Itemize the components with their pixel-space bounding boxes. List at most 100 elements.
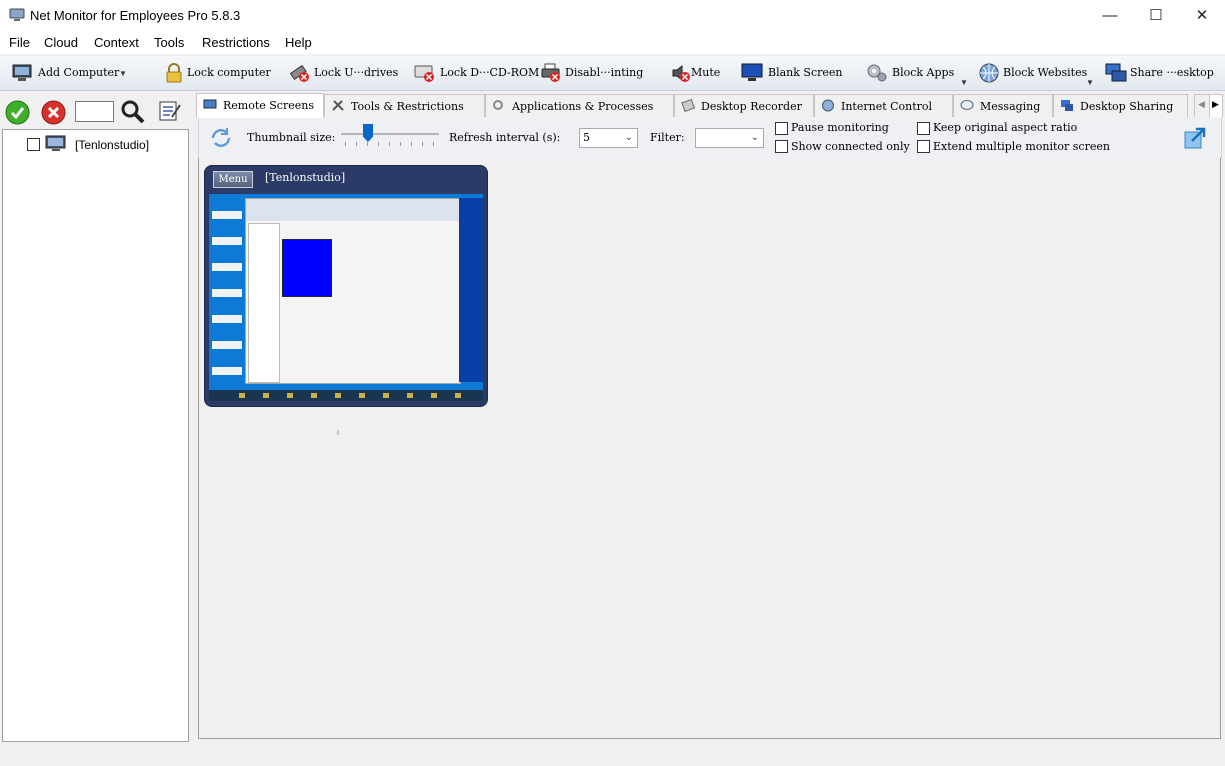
refresh-icon[interactable] (209, 126, 233, 150)
thumbnail-computer-name: [Tenlonstudio] (265, 171, 346, 184)
tree-item-tenlonstudio[interactable]: [Tenlonstudio] (25, 135, 205, 157)
share-desktop-button[interactable]: Share ···esktop (1105, 63, 1217, 83)
computer-icon (45, 135, 66, 151)
extend-monitor-label: Extend multiple monitor screen (933, 140, 1110, 153)
tab-applications-processes[interactable]: Applications & Processes (485, 94, 674, 117)
slider-tick (433, 142, 434, 146)
lock-computer-button[interactable]: Lock computer (163, 63, 271, 83)
tools-icon (332, 100, 344, 111)
chevron-down-icon: ⌄ (624, 132, 633, 143)
show-connected-checkbox[interactable] (775, 140, 788, 153)
add-computer-icon (12, 64, 32, 81)
search-input[interactable] (75, 101, 114, 122)
remote-screens-icon (203, 99, 217, 109)
menu-tools[interactable]: Tools (154, 35, 184, 50)
slider-thumb[interactable] (363, 124, 373, 142)
chevron-right-icon: ▶ (1212, 99, 1219, 109)
tree-item-label: [Tenlonstudio] (75, 138, 150, 152)
lock-icon (166, 63, 182, 83)
screen-thumbnail-card[interactable]: Menu [Tenlonstudio] (204, 165, 488, 407)
window-title: Net Monitor for Employees Pro 5.8.3 (30, 8, 241, 23)
slider-tick (356, 142, 357, 146)
block-apps-dropdown-icon[interactable]: ▼ (960, 78, 968, 87)
show-connected-label: Show connected only (791, 140, 910, 153)
close-button[interactable]: ✕ (1179, 0, 1225, 31)
printer-disable-icon (541, 63, 560, 82)
add-computer-button[interactable]: Add Computer (12, 63, 122, 83)
maximize-button[interactable]: ☐ (1133, 0, 1179, 31)
title-bar: Net Monitor for Employees Pro 5.8.3 — ☐ … (0, 0, 1225, 31)
slider-tick (411, 142, 412, 146)
tree-item-checkbox[interactable] (27, 138, 40, 151)
usb-lock-icon (289, 64, 309, 82)
computer-tree: [Tenlonstudio] (2, 129, 189, 742)
slider-tick (389, 142, 390, 146)
minimize-button[interactable]: — (1087, 0, 1133, 31)
menu-bar: File Cloud Context Tools Restrictions He… (0, 31, 1225, 54)
monitor-icon (741, 63, 763, 81)
tab-messaging[interactable]: Messaging (953, 94, 1053, 117)
globe-icon (822, 99, 834, 112)
thumbnail-menu-button[interactable]: Menu (213, 171, 253, 188)
remote-app-window (245, 198, 461, 384)
share-desktop-icon (1061, 100, 1073, 111)
menu-cloud[interactable]: Cloud (44, 35, 78, 50)
remote-screen-image[interactable] (209, 194, 483, 401)
lock-usb-button[interactable]: Lock U···drives (289, 63, 401, 83)
tab-desktop-sharing[interactable]: Desktop Sharing (1053, 94, 1188, 117)
chat-icon (960, 100, 974, 110)
tab-scroll-right[interactable]: ▶ (1209, 94, 1223, 117)
slider-tick (367, 142, 368, 146)
popout-icon[interactable] (1183, 126, 1207, 150)
menu-file[interactable]: File (9, 35, 30, 50)
remote-taskbar (209, 390, 483, 401)
block-websites-button[interactable]: Block Websites (978, 63, 1090, 83)
blank-screen-button[interactable]: Blank Screen (741, 63, 845, 83)
cursor-mark-icon: I (337, 430, 339, 437)
status-bar (0, 743, 1225, 766)
check-icon[interactable] (5, 100, 30, 125)
block-websites-dropdown-icon[interactable]: ▼ (1086, 78, 1094, 87)
toolbar: Add Computer ▼ Lock computer Lock U···dr… (0, 56, 1225, 91)
magnifier-icon (493, 100, 503, 110)
chevron-left-icon: ◀ (1198, 99, 1205, 109)
lock-cdrom-button[interactable]: Lock D···CD-ROM (414, 63, 539, 83)
mute-icon (672, 64, 690, 82)
refresh-interval-select[interactable]: 5 ⌄ (579, 128, 638, 148)
slider-tick (422, 142, 423, 146)
share-desktop-icon (1105, 63, 1127, 82)
thumbnail-size-label: Thumbnail size: (247, 131, 336, 144)
mute-button[interactable]: Mute (670, 63, 722, 83)
disable-printing-button[interactable]: Disabl···inting (540, 63, 654, 83)
globe-icon (979, 63, 999, 83)
slider-tick (400, 142, 401, 146)
recorder-icon (681, 99, 695, 112)
refresh-interval-label: Refresh interval (s): (449, 131, 561, 144)
tab-tools-restrictions[interactable]: Tools & Restrictions (324, 94, 485, 117)
add-computer-dropdown-icon[interactable]: ▼ (119, 69, 127, 78)
slider-tick (378, 142, 379, 146)
extend-monitor-checkbox[interactable] (917, 140, 930, 153)
filter-label: Filter: (650, 131, 685, 144)
filter-select[interactable]: ⌄ (695, 128, 764, 148)
tab-remote-screens[interactable]: Remote Screens (196, 93, 324, 118)
menu-restrictions[interactable]: Restrictions (202, 35, 270, 50)
pause-monitoring-checkbox[interactable] (775, 122, 788, 135)
app-icon (9, 8, 25, 21)
menu-help[interactable]: Help (285, 35, 312, 50)
tab-desktop-recorder[interactable]: Desktop Recorder (674, 94, 814, 117)
thumbnail-size-slider[interactable] (341, 124, 439, 150)
tab-internet-control[interactable]: Internet Control (814, 94, 953, 117)
edit-list-icon[interactable] (158, 99, 182, 123)
tab-scroll-left[interactable]: ◀ (1194, 94, 1210, 117)
thumbnail-header: Menu [Tenlonstudio] (205, 166, 487, 190)
left-toolbar (0, 94, 190, 128)
menu-context[interactable]: Context (94, 35, 139, 50)
block-apps-button[interactable]: Block Apps (866, 63, 958, 83)
slider-tick (345, 142, 346, 146)
delete-icon[interactable] (41, 100, 66, 125)
search-icon[interactable] (120, 99, 146, 125)
keep-ratio-checkbox[interactable] (917, 122, 930, 135)
tab-strip: Remote Screens Tools & Restrictions Appl… (196, 93, 1225, 118)
options-bar: Thumbnail size: Refresh interval (s): 5 … (198, 118, 1222, 159)
